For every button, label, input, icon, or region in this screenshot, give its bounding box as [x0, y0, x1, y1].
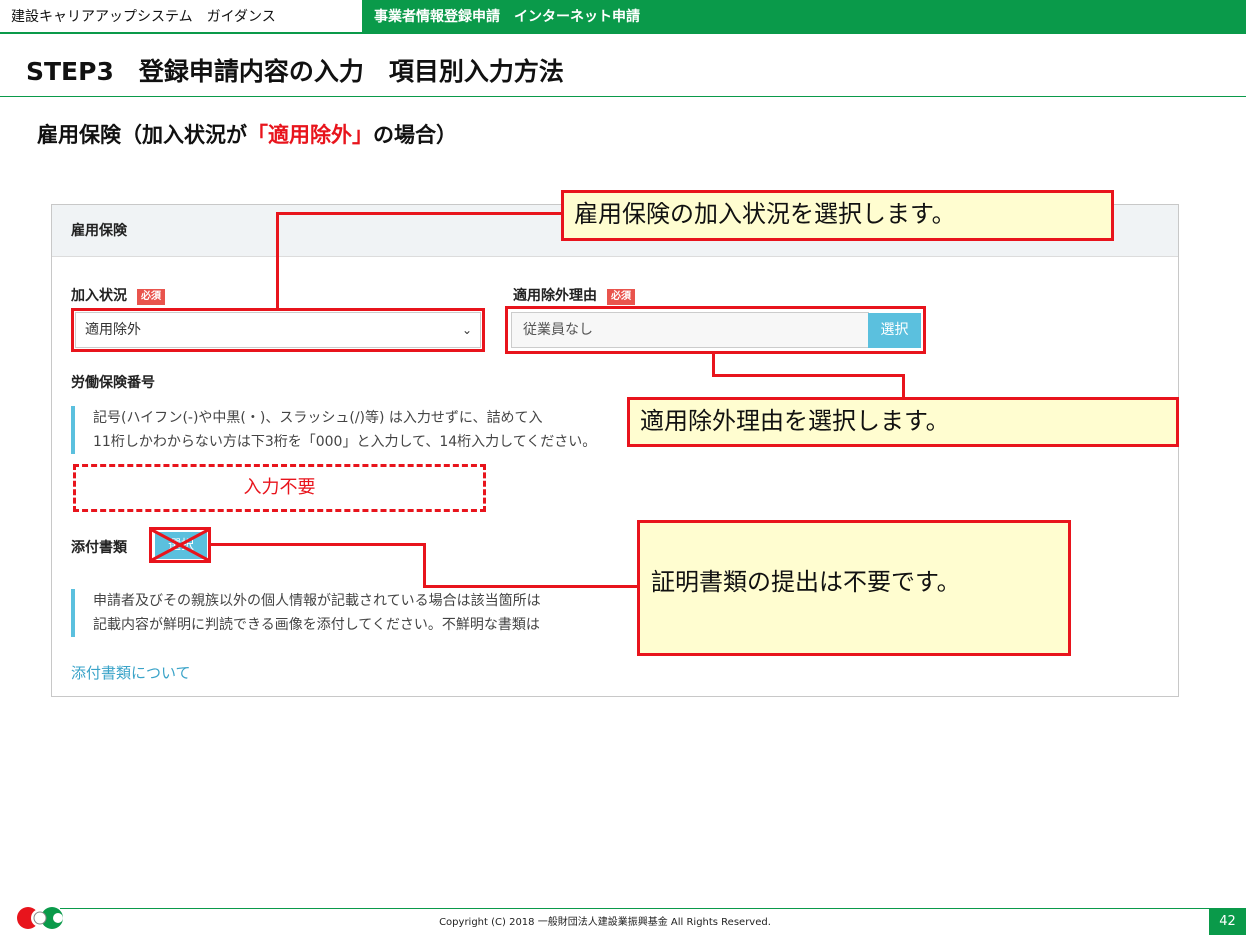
connector-line — [423, 543, 426, 588]
cross-out-icon — [151, 528, 209, 562]
section-heading-suffix: の場合） — [373, 123, 457, 147]
footer-divider — [60, 908, 1246, 909]
note-line: 申請者及びその親族以外の個人情報が記載されている場合は該当箇所は — [93, 593, 541, 609]
enrollment-status-label: 加入状況 必須 — [71, 285, 165, 305]
section-heading-prefix: 雇用保険（加入状況が — [37, 123, 247, 147]
attachment-callout: 証明書類の提出は不要です。 — [637, 520, 1071, 656]
exclusion-reason-highlight-box — [505, 306, 926, 354]
copyright: Copyright (C) 2018 一般財団法人建設業振興基金 All Rig… — [439, 917, 771, 928]
enrollment-highlight-box — [71, 308, 485, 352]
insurance-number-label: 労働保険番号 — [71, 375, 155, 391]
enrollment-status-label-text: 加入状況 — [71, 288, 127, 304]
attachments-note: 申請者及びその親族以外の個人情報が記載されている場合は該当箇所は 記載内容が鮮明… — [71, 589, 631, 637]
attachments-info-link[interactable]: 添付書類について — [71, 662, 191, 683]
connector-line — [712, 374, 905, 377]
exclusion-reason-label-text: 適用除外理由 — [513, 288, 597, 304]
exclusion-reason-label: 適用除外理由 必須 — [513, 285, 635, 305]
page-title: STEP3 登録申請内容の入力 項目別入力方法 — [26, 57, 564, 86]
connector-line — [423, 585, 639, 588]
no-input-required-box: 入力不要 — [73, 464, 486, 512]
section-title: 事業者情報登録申請 インターネット申請 — [362, 0, 1246, 34]
required-badge: 必須 — [137, 289, 165, 305]
enrollment-callout: 雇用保険の加入状況を選択します。 — [561, 190, 1114, 241]
section-heading-highlight: 「適用除外」 — [247, 123, 373, 147]
exclusion-reason-callout: 適用除外理由を選択します。 — [627, 397, 1179, 447]
attachments-label: 添付書類 — [71, 540, 127, 556]
page-number: 42 — [1209, 909, 1246, 935]
note-line: 記載内容が鮮明に判読できる画像を添付してください。不鮮明な書類は — [93, 617, 540, 633]
top-bar: 建設キャリアアップシステム ガイダンス 事業者情報登録申請 インターネット申請 — [0, 0, 1246, 34]
required-badge: 必須 — [607, 289, 635, 305]
guide-title: 建設キャリアアップシステム ガイダンス — [0, 0, 362, 34]
section-heading: 雇用保険（加入状況が「適用除外」の場合） — [37, 119, 457, 149]
title-divider — [0, 96, 1246, 97]
connector-line — [276, 212, 279, 309]
connector-line — [210, 543, 426, 546]
connector-line — [276, 212, 563, 215]
